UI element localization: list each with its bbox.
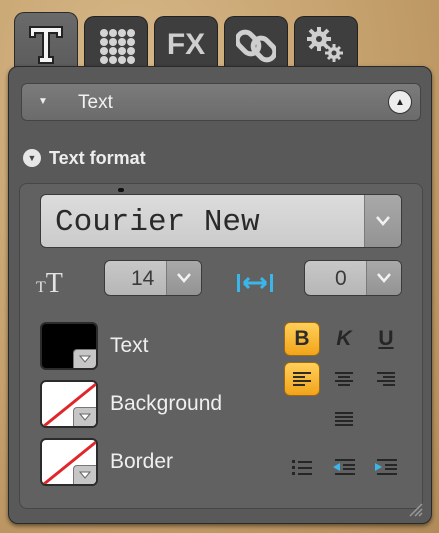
expand-toggle-icon: ▼ (23, 149, 41, 167)
font-dropdown-button[interactable] (364, 195, 401, 247)
letter-spacing-value: 0 (335, 267, 347, 290)
tab-settings[interactable] (294, 16, 358, 72)
font-size-value: 14 (131, 267, 155, 290)
text-format-group: Courier New TT 14 0 Text Background Bord… (19, 183, 423, 509)
font-family-value: Courier New (55, 205, 260, 240)
underline-button[interactable]: U (368, 322, 404, 356)
text-format-heading: Text format (49, 147, 146, 168)
bullet-list-icon (292, 460, 312, 475)
underline-icon: U (378, 327, 394, 350)
align-center-button[interactable] (326, 362, 362, 396)
letter-spacing-dropdown-button[interactable] (366, 261, 401, 295)
swatch-dropdown-icon (73, 465, 96, 484)
swatch-dropdown-icon (73, 407, 96, 426)
font-family-select[interactable]: Courier New (40, 194, 402, 248)
text-section-header[interactable]: ▼ Text ▲ (21, 83, 421, 121)
outdent-icon (333, 459, 355, 475)
resize-grip-icon[interactable] (407, 501, 423, 517)
bold-button[interactable]: B (284, 322, 320, 356)
cursor-marker (118, 188, 124, 192)
chevron-down-icon (177, 273, 191, 283)
outdent-button[interactable] (326, 450, 362, 484)
text-icon (29, 25, 63, 64)
align-left-button[interactable] (284, 362, 320, 396)
text-color-label: Text (110, 334, 149, 357)
tab-layout[interactable] (84, 16, 148, 72)
align-right-button[interactable] (368, 362, 404, 396)
chevron-down-icon (376, 216, 390, 226)
text-format-header[interactable]: ▼ Text format (23, 147, 146, 169)
swatch-dropdown-icon (73, 349, 96, 368)
border-color-swatch[interactable] (40, 438, 98, 486)
italic-button[interactable]: K (326, 322, 362, 356)
indent-button[interactable] (368, 450, 404, 484)
italic-icon: K (336, 327, 352, 350)
chevron-down-icon (377, 273, 391, 283)
font-size-select[interactable]: 14 (104, 260, 202, 296)
grid-icon (100, 28, 135, 64)
align-left-icon (293, 372, 311, 386)
align-justify-icon (335, 412, 353, 426)
collapse-up-icon[interactable]: ▲ (388, 90, 412, 114)
font-size-icon: TT (36, 268, 63, 299)
collapse-caret-icon: ▼ (38, 96, 48, 107)
tab-fx[interactable]: FX (154, 16, 218, 72)
fx-icon: FX (166, 27, 206, 61)
background-color-label: Background (110, 392, 223, 415)
align-right-icon (377, 372, 395, 386)
border-color-label: Border (110, 450, 174, 473)
tab-links[interactable] (224, 16, 288, 72)
properties-panel: ▼ Text ▲ ▼ Text format Courier New TT 14 (8, 66, 432, 524)
text-color-swatch[interactable] (40, 322, 98, 370)
indent-icon (375, 459, 397, 475)
bullet-list-button[interactable] (284, 450, 320, 484)
background-color-swatch[interactable] (40, 380, 98, 428)
align-center-icon (335, 372, 353, 386)
gears-icon (307, 26, 343, 62)
letter-spacing-icon (234, 272, 276, 299)
bold-icon: B (294, 327, 310, 350)
align-justify-button[interactable] (326, 402, 362, 436)
link-icon (236, 29, 276, 62)
section-title: Text (78, 92, 113, 113)
letter-spacing-select[interactable]: 0 (304, 260, 402, 296)
font-size-dropdown-button[interactable] (166, 261, 201, 295)
